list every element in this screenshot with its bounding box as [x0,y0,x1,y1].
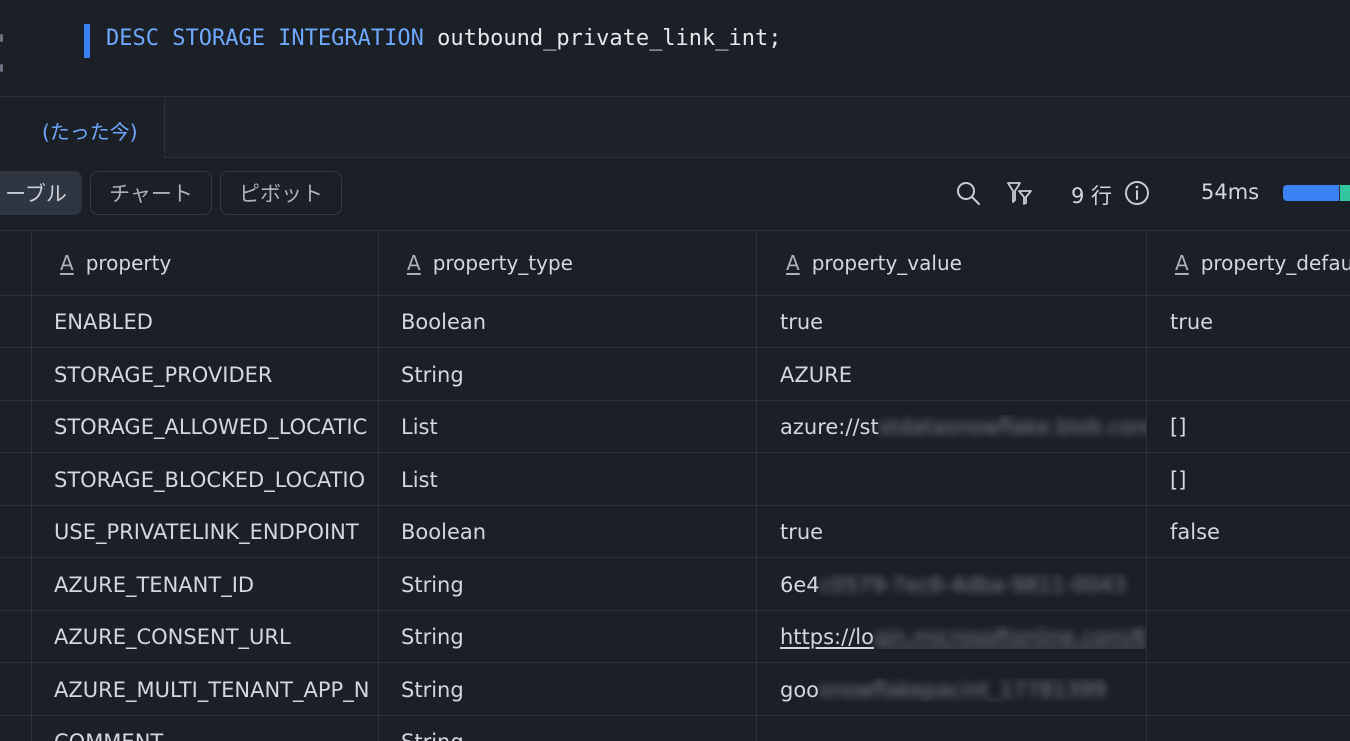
column-header-label: property_value [811,251,962,275]
results-grid[interactable]: A property A property_type A property_va… [0,230,1350,741]
cell-property-value[interactable]: true [780,310,1146,334]
table-row[interactable]: COMMENT String [0,716,1350,741]
table-row[interactable]: AZURE_CONSENT_URL String https://login.mic… [0,611,1350,663]
value-text: true [780,520,824,544]
cell-property[interactable]: ENABLED [54,310,378,334]
table-row[interactable]: STORAGE_ALLOWED_LOCATIC List azure://ststd… [0,401,1350,453]
cell-property[interactable]: AZURE_TENANT_ID [54,573,378,597]
redacted-value: gin.microsoftonline.com/6 [873,625,1146,649]
cell-property-value[interactable] [780,468,1146,492]
table-row[interactable]: STORAGE_BLOCKED_LOCATIO List [] [0,454,1350,506]
cell-property-type[interactable]: List [401,468,751,492]
cell-property-default[interactable]: true [1170,310,1350,334]
column-header-property-value[interactable]: A property_value [786,251,1136,275]
cell-property-type[interactable]: String [401,625,751,649]
table-header: A property A property_type A property_va… [0,230,1350,296]
cell-property-value[interactable] [780,730,1146,741]
duration-bar-fetch [1340,185,1350,201]
column-header-property-type[interactable]: A property_type [407,251,747,275]
cell-property-type[interactable]: String [401,678,751,702]
cell-property-value[interactable]: goosnowflakepacint_17781399 [780,678,1146,702]
value-text: https://lo [780,625,874,649]
text-type-icon: A [786,251,800,275]
result-tabs: (たった今) [0,96,1350,159]
cell-property-type[interactable]: Boolean [401,520,751,544]
cell-property[interactable]: AZURE_CONSENT_URL [54,625,378,649]
cell-property-type[interactable]: String [401,573,751,597]
cell-property-default[interactable]: false [1170,520,1350,544]
chart-view-button[interactable]: チャート [90,171,212,215]
result-tab-label: (たった今) [42,120,138,144]
redacted-value: snowflakepacint_17781399 [819,677,1107,702]
info-icon[interactable] [1124,180,1150,206]
cell-property-type[interactable]: List [401,415,751,439]
text-type-icon: A [407,251,421,275]
cell-property[interactable]: STORAGE_PROVIDER [54,363,378,387]
cell-property-value[interactable]: https://login.microsoftonline.com/6 [780,625,1146,649]
cell-property[interactable]: USE_PRIVATELINK_ENDPOINT [54,520,378,544]
column-header-property[interactable]: A property [60,251,370,275]
cell-property[interactable]: COMMENT [54,730,378,741]
sql-object-name: outbound_private_link_int; [437,26,782,51]
text-type-icon: A [1175,251,1189,275]
cell-property[interactable]: STORAGE_BLOCKED_LOCATIO [54,468,378,492]
value-text: azure://st [780,415,879,439]
pivot-view-label: ピボット [239,182,323,206]
query-duration: 54ms [1201,180,1260,204]
column-header-label: property [85,251,172,275]
gutter-marker [0,64,3,72]
table-row[interactable]: STORAGE_PROVIDER String AZURE [0,349,1350,401]
cell-property-type[interactable]: String [401,730,751,741]
column-header-label: property_defau [1200,251,1350,275]
column-header-label: property_type [432,251,573,275]
sql-statement[interactable]: DESC STORAGE INTEGRATION outbound_privat… [106,26,782,51]
table-view-button[interactable]: ーブル [0,171,82,215]
search-icon[interactable] [955,180,981,206]
duration-bar-execution [1283,185,1339,201]
sql-editor[interactable]: DESC STORAGE INTEGRATION outbound_privat… [0,0,1350,96]
redacted-value: c0579-7ec6-4dba-9811-0043 [819,572,1126,597]
text-type-icon: A [60,251,74,275]
cell-property-value[interactable]: true [780,520,1146,544]
table-view-label: ーブル [5,182,67,206]
cell-property-default[interactable]: [] [1170,468,1350,492]
value-text: goo [780,677,820,702]
duration-bar [1283,185,1350,201]
table-row[interactable]: AZURE_TENANT_ID String 6e4c0579-7ec6-4dba-… [0,559,1350,611]
value-text: AZURE [780,362,852,387]
result-tab[interactable]: (たった今) [0,97,165,159]
table-row[interactable]: ENABLED Boolean true true [0,296,1350,348]
value-text: true [780,310,824,334]
table-row[interactable]: USE_PRIVATELINK_ENDPOINT Boolean true false [0,506,1350,558]
cell-property[interactable]: STORAGE_ALLOWED_LOCATIC [54,415,378,439]
column-header-property-default[interactable]: A property_defau [1175,251,1350,275]
cell-property-value[interactable]: azure://ststdatasnowflake.blob.core [780,415,1146,439]
cell-property-type[interactable]: String [401,363,751,387]
cell-property[interactable]: AZURE_MULTI_TENANT_APP_N [54,678,378,702]
table-row[interactable]: AZURE_MULTI_TENANT_APP_N String goosnowfla… [0,664,1350,716]
active-line-marker [84,24,90,58]
gutter-marker [0,34,3,42]
cell-property-default[interactable]: [] [1170,415,1350,439]
cell-property-value[interactable]: 6e4c0579-7ec6-4dba-9811-0043 [780,573,1146,597]
cell-property-value[interactable]: AZURE [780,363,1146,387]
sql-keywords: DESC STORAGE INTEGRATION [106,26,424,51]
chart-view-label: チャート [109,182,193,206]
filter-icon[interactable] [1006,180,1032,206]
value-text: 6e4 [780,572,820,597]
row-count: 9 行 [1071,184,1113,208]
pivot-view-button[interactable]: ピボット [220,171,342,215]
cell-property-type[interactable]: Boolean [401,310,751,334]
redacted-value: stdatasnowflake.blob.core [878,415,1146,439]
results-toolbar: ーブル チャート ピボット 9 行 54ms [0,158,1350,230]
